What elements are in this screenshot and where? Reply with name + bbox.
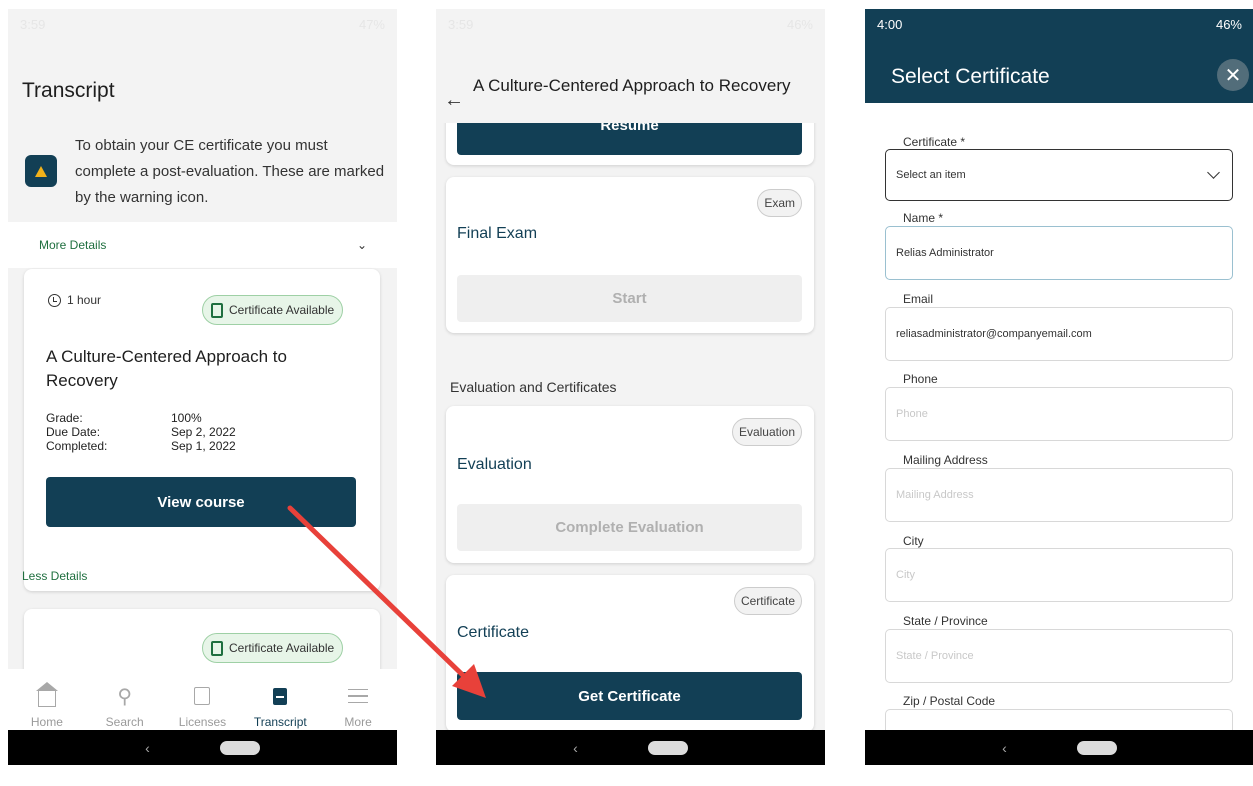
- name-label: Name *: [903, 211, 944, 225]
- clock-icon: [48, 293, 61, 307]
- name-field[interactable]: Relias Administrator: [885, 226, 1233, 280]
- certificate-icon: [211, 640, 223, 656]
- status-bar: 3:59 46%: [436, 9, 825, 39]
- state-field[interactable]: State / Province: [885, 629, 1233, 683]
- more-details-toggle[interactable]: More Details ⌄: [8, 222, 397, 268]
- select-certificate-screen: 4:00 46% Select Certificate ✕ Certificat…: [865, 9, 1253, 765]
- page-title: A Culture-Centered Approach to Recovery: [473, 76, 791, 95]
- course-card: 1 hour Certificate Available A Culture-C…: [24, 269, 380, 591]
- select-placeholder: Select an item: [896, 169, 966, 181]
- close-icon[interactable]: ✕: [1217, 59, 1249, 91]
- grade-label: Grade:: [46, 411, 83, 425]
- evaluation-badge: Evaluation: [731, 418, 802, 446]
- tab-label: Transcript: [253, 715, 307, 729]
- transcript-screen: 3:59 47% Transcript To obtain your CE ce…: [8, 9, 397, 765]
- start-button[interactable]: Start: [457, 275, 802, 322]
- menu-icon: [348, 689, 369, 703]
- mailing-address-field[interactable]: Mailing Address: [885, 468, 1233, 522]
- back-icon[interactable]: ‹: [145, 740, 150, 756]
- card-heading: Evaluation: [457, 456, 532, 473]
- page-title: Transcript: [22, 79, 115, 102]
- due-label: Due Date:: [46, 425, 101, 439]
- tab-label: Licenses: [178, 715, 227, 729]
- warning-message: To obtain your CE certificate you must c…: [75, 137, 385, 206]
- status-time: 4:00: [877, 16, 903, 32]
- chevron-down-icon: [1207, 166, 1220, 179]
- tab-transcript[interactable]: Transcript: [245, 685, 315, 729]
- email-field[interactable]: reliasadministrator@companyemail.com: [885, 307, 1233, 361]
- status-bar: 3:59 47%: [8, 9, 397, 39]
- completed-label: Completed:: [46, 439, 108, 453]
- duration-text: 1 hour: [67, 293, 102, 307]
- certificate-icon: [211, 302, 223, 318]
- status-time: 3:59: [20, 16, 46, 32]
- home-icon: [35, 681, 58, 707]
- get-certificate-button[interactable]: Get Certificate: [457, 672, 802, 720]
- due-value: Sep 2, 2022: [171, 425, 236, 439]
- home-pill-icon[interactable]: [647, 740, 688, 755]
- course-title: A Culture-Centered Approach to Recovery: [46, 347, 287, 390]
- back-icon[interactable]: ‹: [573, 740, 578, 756]
- back-icon[interactable]: ‹: [1002, 740, 1007, 756]
- tab-search[interactable]: ⚲ Search: [90, 685, 160, 730]
- tab-label: Home: [30, 715, 63, 729]
- mailing-address-label: Mailing Address: [903, 453, 988, 467]
- certificate-select[interactable]: Select an item: [885, 149, 1233, 201]
- section-label: Evaluation and Certificates: [450, 379, 617, 395]
- completed-value: Sep 1, 2022: [171, 439, 236, 453]
- system-nav-bar: ‹: [8, 730, 397, 765]
- bottom-tab-bar: Home ⚲ Search Licenses Transcript More: [8, 669, 397, 730]
- home-pill-icon[interactable]: [1076, 740, 1117, 755]
- status-battery: 46%: [1215, 16, 1242, 32]
- course-detail-screen: 3:59 46% ← A Culture-Centered Approach t…: [436, 9, 825, 765]
- document-icon: [273, 687, 288, 705]
- grade-value: 100%: [171, 411, 202, 425]
- status-bar: 4:00 46%: [865, 9, 1253, 39]
- license-icon: [194, 687, 211, 705]
- status-battery: 47%: [358, 16, 385, 32]
- email-label: Email: [903, 292, 934, 306]
- warning-icon: [25, 155, 57, 187]
- tab-home[interactable]: Home: [12, 681, 82, 729]
- exam-card: Exam Final Exam Start: [446, 177, 814, 333]
- tab-more[interactable]: More: [323, 685, 393, 729]
- evaluation-card: Evaluation Evaluation Complete Evaluatio…: [446, 406, 814, 563]
- home-pill-icon[interactable]: [219, 740, 260, 755]
- tab-label: Search: [105, 715, 144, 729]
- certificate-available-badge: Certificate Available: [202, 633, 344, 663]
- city-field[interactable]: City: [885, 548, 1233, 602]
- status-battery: 46%: [786, 16, 813, 32]
- course-meta: Grade: 100% Due Date: Sep 2, 2022 Complete…: [46, 411, 236, 453]
- card-heading: Final Exam: [457, 225, 538, 242]
- less-details-toggle[interactable]: Less Details: [22, 569, 87, 583]
- certificate-card: Certificate Certificate Get Certificate: [446, 575, 814, 732]
- more-details-label: More Details: [39, 238, 107, 252]
- state-label: State / Province: [903, 614, 988, 628]
- complete-evaluation-button[interactable]: Complete Evaluation: [457, 504, 802, 551]
- duration: 1 hour: [48, 293, 101, 307]
- back-arrow-icon[interactable]: ←: [444, 89, 464, 112]
- badge-label: Certificate Available: [229, 641, 335, 655]
- zip-label: Zip / Postal Code: [903, 694, 996, 708]
- search-icon: ⚲: [117, 685, 133, 708]
- tab-label: More: [344, 715, 372, 729]
- system-nav-bar: ‹: [865, 730, 1253, 765]
- phone-field[interactable]: Phone: [885, 387, 1233, 441]
- certificate-label: Certificate *: [903, 135, 966, 149]
- city-label: City: [903, 534, 924, 548]
- system-nav-bar: ‹: [436, 730, 825, 765]
- phone-label: Phone: [903, 372, 938, 386]
- certificate-badge: Certificate: [733, 587, 802, 615]
- card-heading: Certificate: [457, 624, 530, 641]
- page-title: Select Certificate: [891, 65, 1050, 88]
- status-time: 3:59: [448, 16, 474, 32]
- certificate-available-badge: Certificate Available: [202, 295, 344, 325]
- badge-label: Certificate Available: [229, 303, 335, 317]
- chevron-down-icon: ⌄: [356, 238, 367, 252]
- exam-badge: Exam: [757, 189, 802, 217]
- tab-licenses[interactable]: Licenses: [167, 685, 237, 729]
- view-course-button[interactable]: View course: [46, 477, 356, 527]
- header: 4:00 46% Select Certificate ✕: [865, 9, 1253, 103]
